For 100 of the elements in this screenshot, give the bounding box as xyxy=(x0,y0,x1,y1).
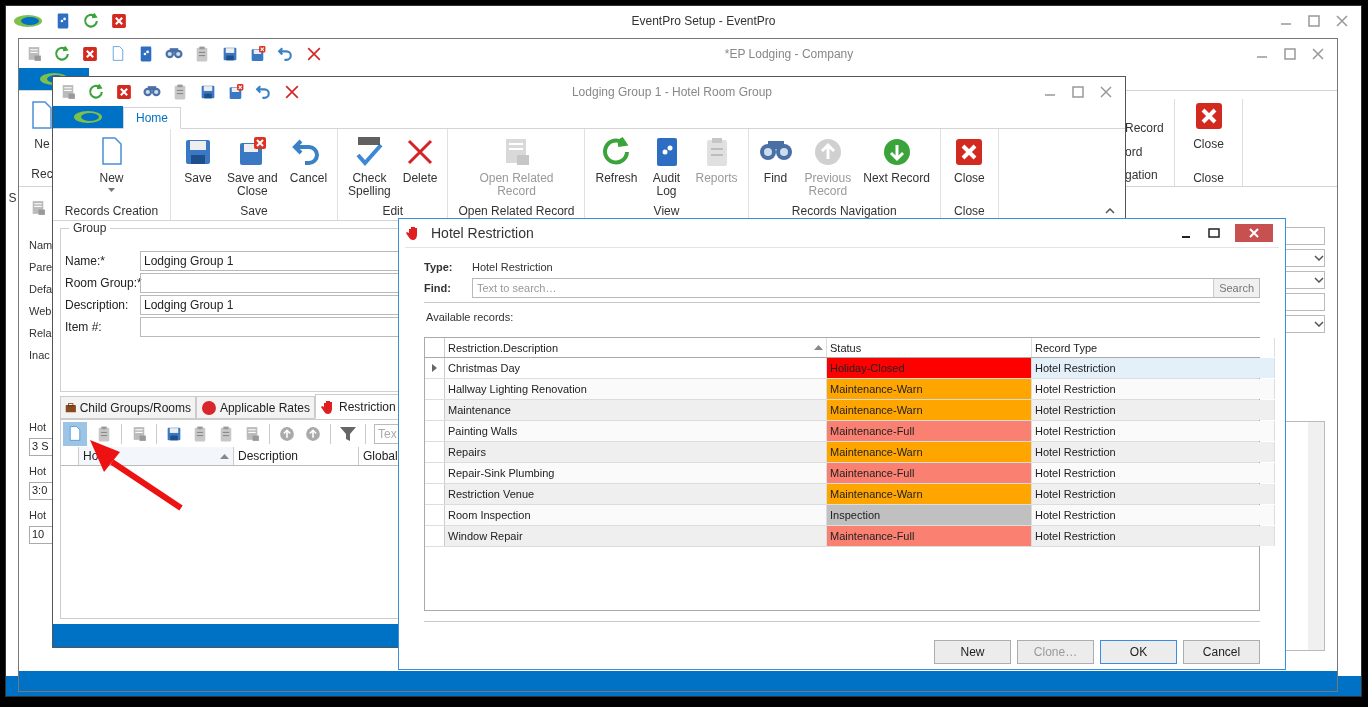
ribbon-label[interactable]: ord xyxy=(1125,144,1174,159)
column-header[interactable]: Status xyxy=(827,338,1032,357)
label-text: S xyxy=(8,191,17,207)
column-header[interactable]: Record Type xyxy=(1032,338,1275,357)
dropdown-field[interactable] xyxy=(1285,271,1325,289)
table-cell[interactable]: Restriction Venue xyxy=(445,484,827,504)
search-button[interactable]: Search xyxy=(1213,278,1259,297)
ribbon-button[interactable]: Save xyxy=(177,133,219,187)
ribbon-button[interactable]: Delete xyxy=(398,133,442,187)
app-menu-button[interactable] xyxy=(53,106,123,128)
close-button[interactable] xyxy=(1235,224,1273,242)
row-indicator-icon xyxy=(432,364,437,372)
status-cell: Maintenance-Full xyxy=(827,463,1032,483)
field-label: Find: xyxy=(424,281,452,294)
table-cell[interactable]: Room Inspection xyxy=(445,505,827,525)
percent-icon xyxy=(201,399,217,416)
status-cell: Maintenance-Warn xyxy=(827,379,1032,399)
close-icon[interactable] xyxy=(115,83,133,101)
add-record-button[interactable] xyxy=(63,421,87,446)
refresh-icon[interactable] xyxy=(87,83,105,101)
table-cell: Hotel Restriction xyxy=(1032,526,1275,546)
chevron-up-icon[interactable] xyxy=(1105,208,1115,214)
close-icon[interactable] xyxy=(1099,85,1113,99)
logo-icon xyxy=(12,13,44,29)
ribbon-label[interactable]: Record xyxy=(1125,121,1174,135)
window-title: *EP Lodging - Company xyxy=(723,47,855,61)
status-cell: Holiday-Closed xyxy=(827,358,1032,378)
ribbon-button[interactable]: Next Record xyxy=(859,133,934,187)
field-label: Item #: xyxy=(65,320,103,334)
x-icon[interactable] xyxy=(283,83,301,101)
input-field[interactable] xyxy=(1285,227,1325,245)
floppy-disk-x-icon[interactable] xyxy=(227,83,245,101)
dialog-button[interactable]: OK xyxy=(1100,640,1177,664)
table-cell: Hotel Restriction xyxy=(1032,358,1275,378)
ribbon-button[interactable]: Find xyxy=(754,133,797,187)
chevron-down-icon xyxy=(1314,321,1324,327)
close-button[interactable]: Close xyxy=(1193,137,1224,151)
ribbon-button[interactable]: Check Spelling xyxy=(344,133,395,200)
table-cell[interactable]: Painting Walls xyxy=(445,421,827,441)
ribbon-button[interactable]: Save and Close xyxy=(223,133,282,200)
table-cell[interactable]: Repair-Sink Plumbing xyxy=(445,463,827,483)
field-label: Inac xyxy=(29,349,51,363)
table-cell: Hotel Restriction xyxy=(1032,463,1275,483)
ribbon-button[interactable]: Close xyxy=(948,133,991,187)
table-cell[interactable]: Repairs xyxy=(445,442,827,462)
table-cell[interactable]: Window Repair xyxy=(445,526,827,546)
ribbon-button-label[interactable]: Ne xyxy=(34,137,50,151)
close-icon[interactable] xyxy=(110,12,128,30)
ribbon-tab[interactable]: Home xyxy=(123,107,181,129)
undo-arrow-icon[interactable] xyxy=(277,45,295,63)
ribbon-button[interactable]: Cancel xyxy=(285,133,332,187)
tab[interactable]: Applicable Rates xyxy=(196,396,315,419)
table-cell: Hotel Restriction xyxy=(1032,484,1275,504)
group-label: View xyxy=(653,204,680,218)
input-field[interactable] xyxy=(1285,293,1325,311)
group-label: Edit xyxy=(382,204,404,218)
table-cell[interactable]: Hallway Lighting Renovation xyxy=(445,379,827,399)
close-icon[interactable] xyxy=(1311,47,1325,61)
dropdown-field[interactable] xyxy=(1285,249,1325,267)
field-label: Nam xyxy=(29,239,53,253)
ribbon-button[interactable]: Audit Log xyxy=(645,133,688,200)
field-label: Description: xyxy=(65,298,130,312)
field-label: Rela xyxy=(29,327,53,341)
caret-icon xyxy=(108,188,115,192)
column-header[interactable]: Description xyxy=(238,449,299,463)
search-field[interactable]: Text to search… Search xyxy=(472,277,1260,298)
filter-icon[interactable] xyxy=(339,424,357,443)
dropdown-field[interactable] xyxy=(1285,315,1325,333)
sort-icon xyxy=(220,453,229,459)
table-cell[interactable]: Maintenance xyxy=(445,400,827,420)
maximize-icon[interactable] xyxy=(1207,226,1221,240)
dialog-button[interactable]: New xyxy=(934,640,1011,664)
ribbon-label[interactable]: gation xyxy=(1125,168,1174,182)
scrollbar[interactable] xyxy=(1308,422,1324,650)
status-cell: Maintenance-Warn xyxy=(827,442,1032,462)
refresh-icon[interactable] xyxy=(53,45,71,63)
dialog-title: Hotel Restriction xyxy=(431,225,535,241)
tab[interactable]: Restriction xyxy=(315,394,401,419)
group-label: Close xyxy=(954,204,985,218)
dialog-button[interactable]: Cancel xyxy=(1183,640,1260,664)
chevron-down-icon xyxy=(1314,255,1324,261)
tab[interactable]: Child Groups/Rooms xyxy=(60,396,196,419)
window-title: EventPro Setup - EventPro xyxy=(630,14,777,28)
close-icon xyxy=(1249,228,1259,238)
undo-arrow-icon[interactable] xyxy=(255,83,273,101)
table-cell[interactable]: Christmas Day xyxy=(445,358,827,378)
field-label: Pare xyxy=(29,261,53,275)
x-icon[interactable] xyxy=(305,45,323,63)
close-icon[interactable] xyxy=(1335,14,1349,28)
floppy-disk-x-icon[interactable] xyxy=(249,45,267,63)
column-header[interactable]: Restriction.Description xyxy=(445,338,827,357)
ribbon-button[interactable]: New xyxy=(90,133,133,194)
field-label: Defa xyxy=(29,283,53,297)
close-icon[interactable] xyxy=(81,45,99,63)
column-header[interactable]: Global xyxy=(363,449,398,463)
group-label: Records Creation xyxy=(64,204,159,218)
status-cell: Maintenance-Full xyxy=(827,526,1032,546)
ribbon-button[interactable]: Refresh xyxy=(591,133,642,187)
refresh-icon[interactable] xyxy=(82,12,100,30)
status-cell: Maintenance-Warn xyxy=(827,400,1032,420)
